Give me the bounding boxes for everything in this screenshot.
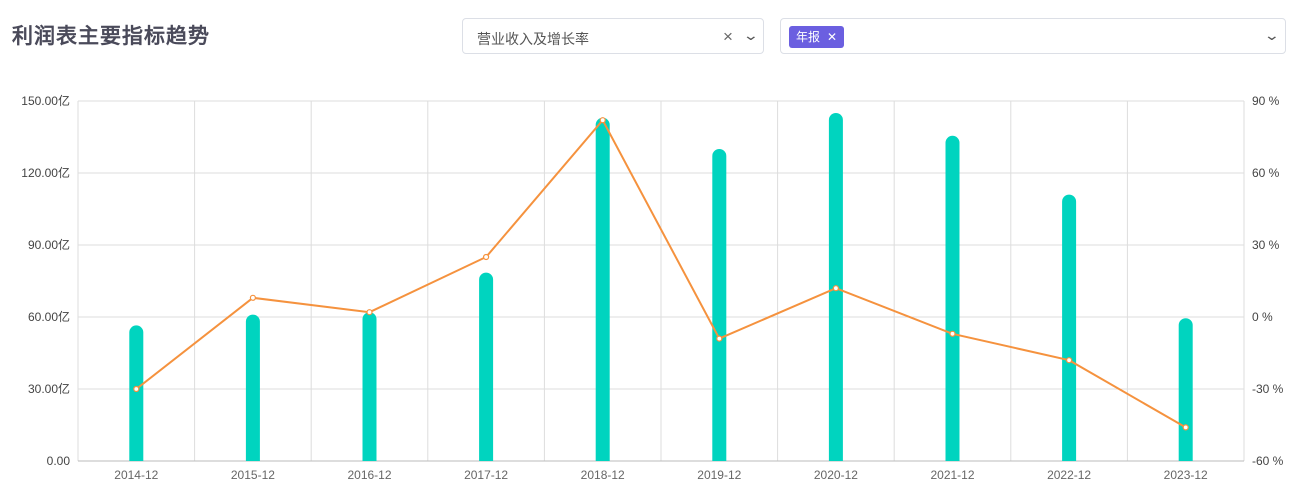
line-point: [716, 335, 723, 342]
y2-tick-label: 30 %: [1252, 238, 1280, 252]
line-point: [949, 330, 956, 337]
y-tick-label: 90.00亿: [28, 237, 70, 252]
x-tick-label: 2021-12: [930, 468, 974, 482]
line-point: [133, 385, 140, 393]
bar: [129, 325, 144, 461]
x-tick-label: 2014-12: [114, 468, 158, 482]
y2-tick-label: 0 %: [1252, 310, 1273, 324]
bar: [479, 272, 494, 461]
bar: [1062, 194, 1077, 461]
x-tick-label: 2018-12: [581, 468, 625, 482]
bar: [1178, 318, 1193, 461]
y-axis-right: -60 % -30 % 0 % 30 % 60 % 90 %: [1252, 94, 1284, 468]
y2-tick-label: -30 %: [1252, 382, 1284, 396]
y2-tick-label: -60 %: [1252, 454, 1284, 468]
y-tick-label: 30.00亿: [28, 381, 70, 396]
x-tick-label: 2022-12: [1047, 468, 1091, 482]
bar: [362, 312, 377, 461]
line-point: [483, 253, 490, 261]
line-point: [249, 294, 256, 301]
bar: [595, 117, 610, 461]
y-axis-left: 0.00 30.00亿 60.00亿 90.00亿 120.00亿 150.00亿: [21, 93, 70, 468]
x-tick-label: 2020-12: [814, 468, 858, 482]
x-tick-label: 2015-12: [231, 468, 275, 482]
y2-tick-label: 60 %: [1252, 166, 1280, 180]
bar: [245, 314, 260, 461]
line-point: [832, 285, 840, 292]
x-tick-label: 2017-12: [464, 468, 508, 482]
y-tick-label: 60.00亿: [28, 309, 70, 324]
line-point: [1182, 424, 1189, 431]
line-point: [1065, 357, 1073, 364]
y-tick-label: 0.00: [47, 454, 71, 468]
bar: [712, 149, 727, 461]
chart-area: 0.00 30.00亿 60.00亿 90.00亿 120.00亿 150.00亿 -60…: [21, 93, 1284, 482]
x-tick-label: 2019-12: [697, 468, 741, 482]
y2-tick-label: 90 %: [1252, 94, 1280, 108]
y-tick-label: 150.00亿: [21, 93, 70, 108]
line-point: [366, 309, 373, 316]
y-tick-label: 120.00亿: [21, 165, 70, 180]
x-tick-label: 2023-12: [1164, 468, 1208, 482]
x-axis: 2014-12 2015-12 2016-12 2017-12 2018-12 2019-…: [114, 468, 1208, 482]
line-point: [599, 117, 606, 124]
x-tick-label: 2016-12: [347, 468, 391, 482]
bar: [945, 135, 960, 461]
